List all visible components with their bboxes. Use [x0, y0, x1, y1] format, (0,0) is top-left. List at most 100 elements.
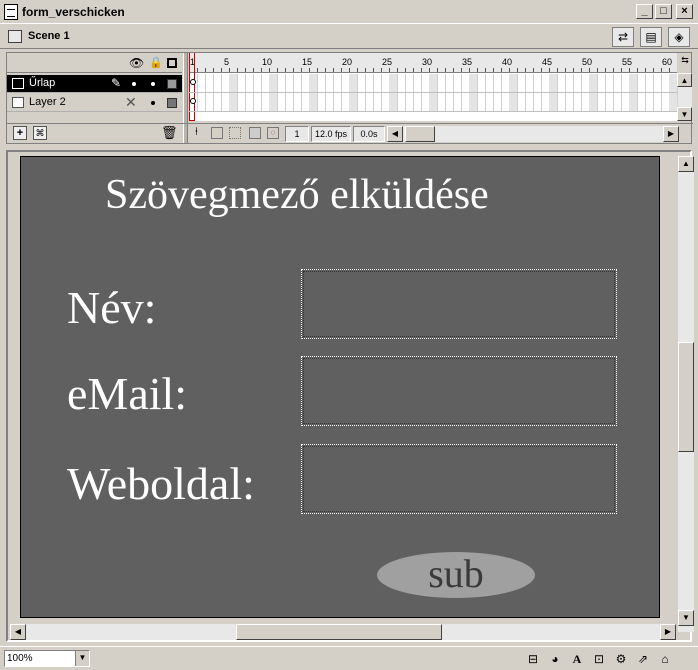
frame-cell[interactable]: [349, 74, 357, 92]
edit-symbol-icon[interactable]: ◈: [668, 27, 690, 47]
frame-cell[interactable]: [525, 74, 526, 92]
frame-cell[interactable]: [381, 93, 382, 111]
submit-button[interactable]: sub: [377, 552, 535, 598]
edit-multiple-frames-icon[interactable]: [249, 127, 261, 139]
outline-color-icon[interactable]: [167, 98, 177, 108]
frame-cell[interactable]: [493, 93, 494, 111]
frame-cell[interactable]: [277, 74, 278, 92]
frame-cell[interactable]: [533, 74, 534, 92]
frame-cell[interactable]: [549, 93, 557, 111]
frame-cell[interactable]: [605, 74, 606, 92]
frame-cell[interactable]: [653, 74, 654, 92]
hidden-x-icon[interactable]: ✕: [125, 94, 137, 111]
frame-cell[interactable]: [413, 74, 414, 92]
character-panel-icon[interactable]: A: [568, 651, 586, 667]
frame-cell[interactable]: [669, 93, 677, 111]
frame-cell[interactable]: [237, 74, 238, 92]
layer-row-urlap[interactable]: Űrlap ✎: [7, 75, 182, 93]
frame-cell[interactable]: [613, 93, 614, 111]
website-label[interactable]: Weboldal:: [67, 457, 255, 510]
frame-cell[interactable]: [501, 74, 502, 92]
frame-cell[interactable]: [301, 93, 302, 111]
frame-cell[interactable]: [429, 74, 437, 92]
movie-explorer-icon[interactable]: ⇗: [634, 651, 652, 667]
frame-cell[interactable]: [197, 74, 198, 92]
frame-cell[interactable]: [253, 93, 254, 111]
frame-cell[interactable]: [277, 93, 278, 111]
frame-cell[interactable]: [309, 93, 317, 111]
frame-cell[interactable]: [405, 93, 406, 111]
frame-cell[interactable]: [221, 74, 222, 92]
frame-cell[interactable]: [317, 74, 318, 92]
layer-row-layer2[interactable]: Layer 2 ✕: [7, 94, 182, 112]
frames-area[interactable]: 1 5 10 15 20 25 30 35 40 45 50 55 60: [189, 53, 677, 121]
name-label[interactable]: Név:: [67, 281, 156, 334]
frame-cell[interactable]: [285, 93, 286, 111]
scroll-down-arrow-icon[interactable]: ▼: [677, 107, 692, 121]
frame-cell[interactable]: [237, 93, 238, 111]
frame-cell[interactable]: [357, 93, 358, 111]
frame-cell[interactable]: [629, 74, 637, 92]
frame-cell[interactable]: [669, 74, 677, 92]
frame-cell[interactable]: [269, 93, 277, 111]
frame-cell[interactable]: [437, 74, 438, 92]
frame-cell[interactable]: [293, 93, 294, 111]
frame-cell[interactable]: [365, 74, 366, 92]
frame-cell[interactable]: [541, 93, 542, 111]
frame-cell[interactable]: [309, 74, 317, 92]
frame-cell[interactable]: [221, 93, 222, 111]
timeline-hscroll-track[interactable]: [403, 126, 663, 142]
frame-cell[interactable]: [493, 74, 494, 92]
color-mixer-icon[interactable]: ◕: [546, 651, 564, 667]
onion-outline-icon[interactable]: [229, 127, 241, 139]
frame-cell[interactable]: [613, 74, 614, 92]
frame-cell[interactable]: [661, 74, 662, 92]
back-arrow-icon[interactable]: ⇄: [612, 27, 634, 47]
close-button[interactable]: ×: [676, 4, 693, 19]
frame-cell[interactable]: [621, 93, 622, 111]
frame-cell[interactable]: [565, 74, 566, 92]
frame-cell[interactable]: [229, 74, 237, 92]
frame-cell[interactable]: [405, 74, 406, 92]
frame-cell[interactable]: [629, 93, 637, 111]
frame-cell[interactable]: [245, 74, 246, 92]
maximize-button[interactable]: □: [655, 4, 672, 19]
actions-panel-icon[interactable]: ⚙: [612, 651, 630, 667]
frame-cell[interactable]: [549, 74, 557, 92]
onion-skin-icon[interactable]: [211, 127, 223, 139]
keyframe[interactable]: [190, 98, 196, 104]
frame-cell[interactable]: [205, 93, 206, 111]
onion-markers-icon[interactable]: ◌: [267, 127, 279, 139]
frame-cell[interactable]: [389, 74, 397, 92]
instance-panel-icon[interactable]: ⊡: [590, 651, 608, 667]
trash-icon[interactable]: 🗑: [161, 125, 178, 141]
frame-cell[interactable]: [581, 93, 582, 111]
frame-cell[interactable]: [477, 93, 478, 111]
frame-cell[interactable]: [605, 93, 606, 111]
frame-cell[interactable]: [525, 93, 526, 111]
frame-cell[interactable]: [589, 93, 597, 111]
website-field[interactable]: [301, 444, 617, 514]
visible-dot-icon[interactable]: [132, 82, 136, 86]
frame-cell[interactable]: [661, 93, 662, 111]
stage-vscroll-thumb[interactable]: [678, 342, 694, 452]
name-field[interactable]: [301, 269, 617, 339]
frame-cell[interactable]: [509, 93, 517, 111]
frame-cell[interactable]: [341, 93, 342, 111]
frame-cell[interactable]: [349, 93, 357, 111]
lock-icon[interactable]: 🔒: [149, 56, 163, 69]
stage-hscroll-thumb[interactable]: [236, 624, 442, 640]
frame-cell[interactable]: [253, 74, 254, 92]
frame-cell[interactable]: [565, 93, 566, 111]
add-layer-icon[interactable]: +: [13, 126, 27, 140]
frame-row-urlap[interactable]: [189, 74, 677, 93]
frame-cell[interactable]: [213, 93, 214, 111]
frame-cell[interactable]: [269, 74, 277, 92]
scroll-left-arrow-icon[interactable]: ◀: [10, 624, 26, 640]
stage-hscroll[interactable]: ◀ ▶: [10, 624, 676, 640]
frame-cell[interactable]: [397, 93, 398, 111]
frame-cell[interactable]: [453, 74, 454, 92]
eye-icon[interactable]: 👁: [129, 56, 144, 70]
frame-cell[interactable]: [485, 93, 486, 111]
add-guide-layer-icon[interactable]: ⌘: [33, 126, 47, 140]
